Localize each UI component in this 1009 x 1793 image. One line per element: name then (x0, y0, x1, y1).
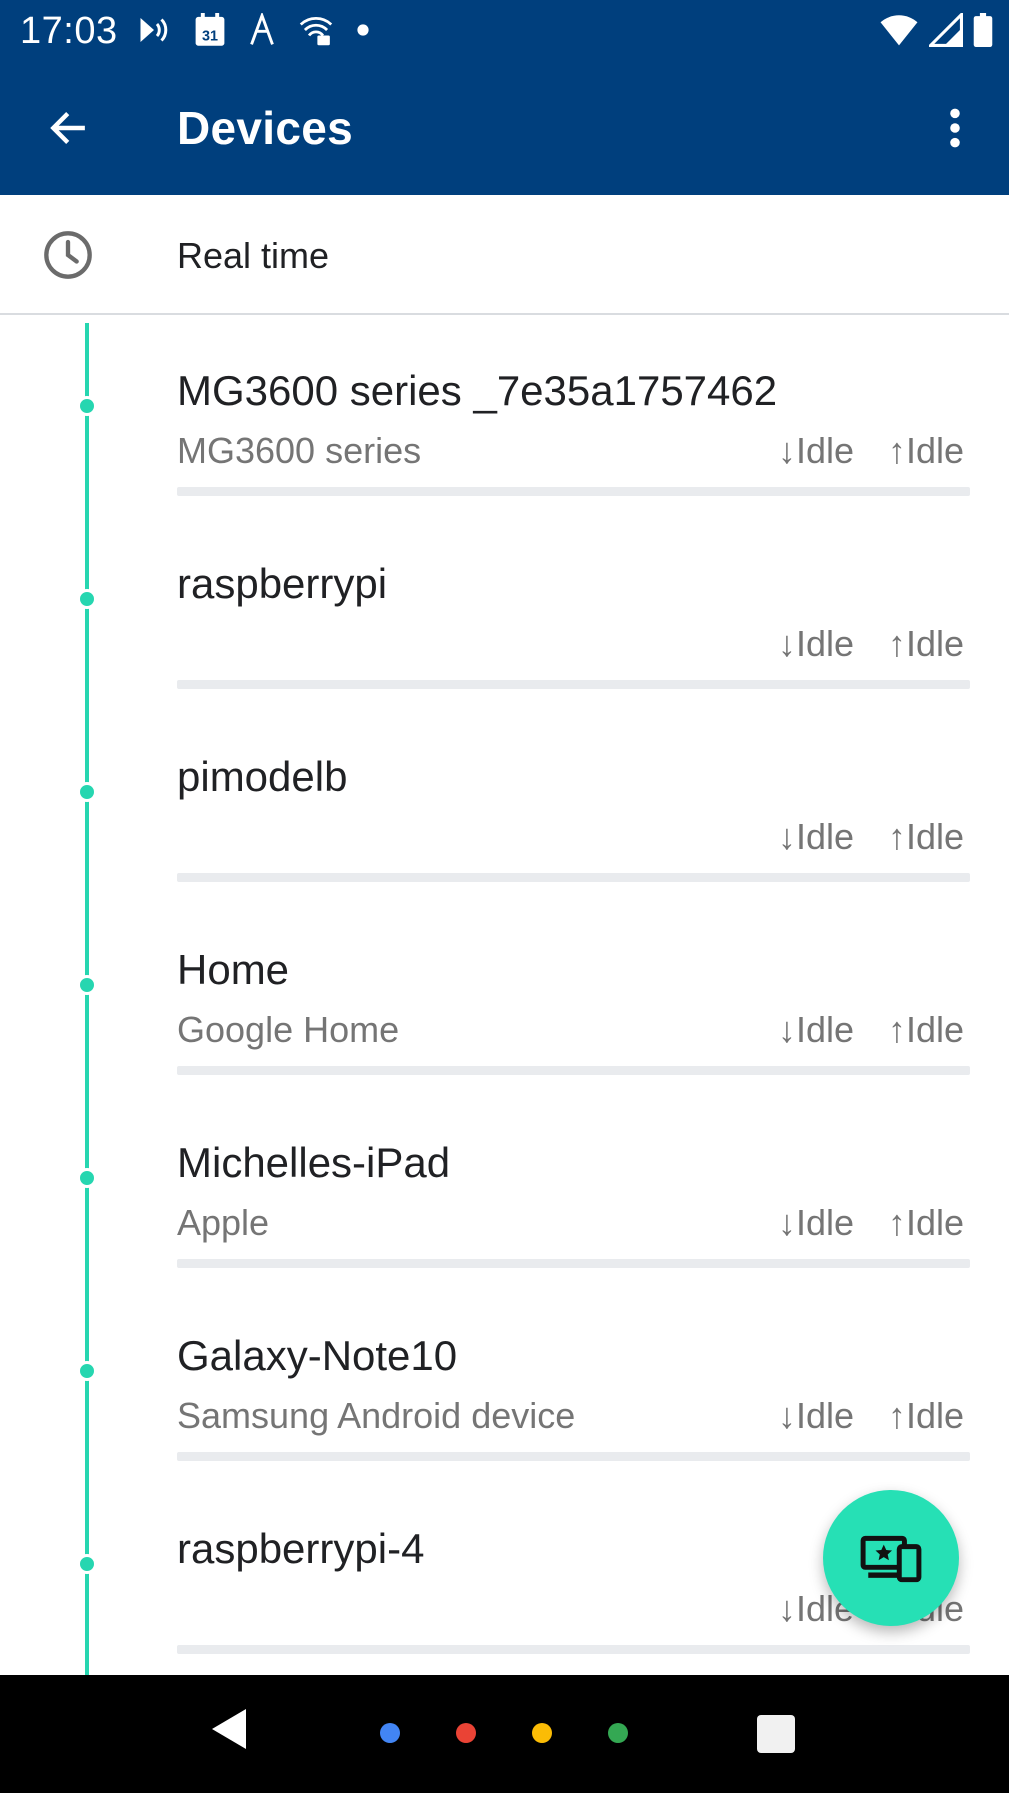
devices-star-icon (860, 1535, 922, 1583)
device-name: MG3600 series _7e35a1757462 (177, 367, 778, 414)
usage-bar (177, 1645, 970, 1654)
upload-rate: ↑Idle (888, 1009, 965, 1050)
upload-rate: ↑Idle (888, 623, 965, 664)
svg-text:31: 31 (202, 28, 218, 44)
device-name: raspberrypi-4 (177, 1525, 425, 1572)
upload-rate: ↑Idle (888, 1202, 965, 1243)
device-name: Michelles-iPad (177, 1139, 451, 1186)
status-time: 17:03 (20, 10, 118, 52)
usage-bar (177, 680, 970, 689)
device-name: Galaxy-Note10 (177, 1332, 458, 1379)
cast-icon (140, 18, 168, 42)
nav-back-icon[interactable] (210, 1707, 250, 1751)
device-type: Google Home (177, 1009, 400, 1050)
time-filter-row[interactable]: Real time (0, 195, 1009, 315)
usage-bar (177, 1259, 970, 1268)
upload-rate: ↑Idle (888, 816, 965, 857)
time-filter-label: Real time (177, 235, 330, 276)
device-list-item[interactable]: MG3600 series _7e35a1757462 MG3600 serie… (0, 317, 1009, 510)
device-list-item[interactable]: Galaxy-Note10 Samsung Android device ↓Id… (0, 1282, 1009, 1475)
timeline-dot (77, 1361, 97, 1381)
upload-rate: ↑Idle (888, 1395, 965, 1436)
battery-icon (973, 13, 993, 47)
system-nav-bar (0, 1675, 1009, 1793)
clock-icon (44, 231, 92, 279)
device-type: Apple (177, 1202, 270, 1243)
download-rate: ↓Idle (778, 1202, 855, 1243)
status-notification-icons: 31 (136, 10, 370, 50)
timeline-dot (77, 396, 97, 416)
wifi-icon (880, 15, 918, 46)
wifi-lock-icon (299, 17, 333, 46)
arrow-back-icon (50, 112, 85, 144)
download-rate: ↓Idle (778, 816, 855, 857)
usage-bar (177, 487, 970, 496)
timeline-dot (77, 782, 97, 802)
status-system-icons (879, 10, 993, 50)
status-bar: 17:03 31 (0, 0, 1009, 58)
network-activity-icon (250, 13, 274, 45)
device-type: MG3600 series (177, 430, 422, 471)
timeline-dot (77, 589, 97, 609)
signal-icon (929, 13, 963, 47)
device-list-item[interactable]: raspberrypi ↓Idle ↑Idle (0, 510, 1009, 703)
device-name: Home (177, 946, 290, 993)
assistant-dots[interactable] (380, 1723, 628, 1743)
dot-icon (357, 24, 369, 36)
devices-fab-button[interactable] (823, 1490, 959, 1626)
assistant-dot-red (456, 1723, 476, 1743)
assistant-dot-green (608, 1723, 628, 1743)
timeline-dot (77, 1554, 97, 1574)
nav-recents-icon[interactable] (757, 1715, 795, 1753)
timeline-dot (77, 1168, 97, 1188)
download-rate: ↓Idle (778, 1009, 855, 1050)
upload-rate: ↑Idle (888, 430, 965, 471)
device-list-item[interactable]: Home Google Home ↓Idle ↑Idle (0, 896, 1009, 1089)
device-list[interactable]: MG3600 series _7e35a1757462 MG3600 serie… (0, 317, 1009, 1675)
device-list-item[interactable]: Michelles-iPad Apple ↓Idle ↑Idle (0, 1089, 1009, 1282)
calendar-icon: 31 (195, 13, 225, 46)
assistant-dot-yellow (532, 1723, 552, 1743)
download-rate: ↓Idle (778, 1395, 855, 1436)
timeline-dot (77, 975, 97, 995)
page-title: Devices (177, 102, 354, 154)
more-vert-icon (950, 108, 960, 148)
download-rate: ↓Idle (778, 623, 855, 664)
download-rate: ↓Idle (778, 430, 855, 471)
device-list-item[interactable]: pimodelb ↓Idle ↑Idle (0, 703, 1009, 896)
device-name: raspberrypi (177, 560, 388, 607)
assistant-dot-blue (380, 1723, 400, 1743)
device-name: pimodelb (177, 753, 348, 800)
app-bar: Devices (0, 58, 1009, 195)
usage-bar (177, 1452, 970, 1461)
device-type: Samsung Android device (177, 1395, 576, 1436)
back-button[interactable] (40, 100, 96, 156)
overflow-menu-button[interactable] (927, 100, 983, 156)
usage-bar (177, 873, 970, 882)
usage-bar (177, 1066, 970, 1075)
